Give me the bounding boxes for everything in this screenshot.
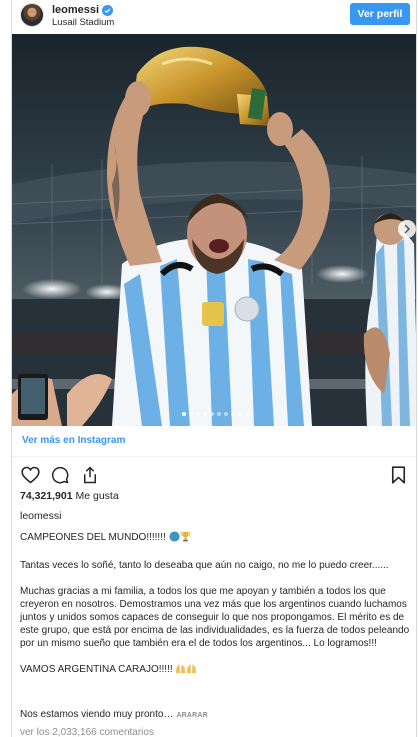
caption-paragraph-2: Tantas veces lo soñé, tanto lo deseaba q… [20, 560, 389, 571]
avatar[interactable] [20, 3, 44, 27]
carousel-indicator [12, 412, 416, 416]
instagram-embed-card: leomessi Lusail Stadium Ver perfil Ver m… [11, 0, 417, 737]
heart-icon[interactable] [20, 465, 40, 485]
trophy-emoji [180, 531, 191, 546]
username[interactable]: leomessi [52, 4, 99, 16]
carousel-dot [230, 412, 235, 416]
likes-label: Me gusta [75, 490, 119, 502]
caption: CAMPEONES DEL MUNDO!!!!!!! Tantas veces … [20, 531, 412, 678]
carousel-dot [202, 412, 207, 416]
carousel-dot [244, 412, 249, 416]
caption-text-4: VAMOS ARGENTINA CARAJO!!!!! [20, 664, 173, 675]
carousel-dot [216, 412, 221, 416]
caption-text-1: CAMPEONES DEL MUNDO!!!!!!! [20, 532, 166, 543]
caption-paragraph-1: CAMPEONES DEL MUNDO!!!!!!! [20, 531, 412, 546]
caption-owner[interactable]: leomessi [20, 510, 61, 522]
see-more-on-instagram-link[interactable]: Ver más en Instagram [22, 435, 125, 446]
post-image [12, 34, 416, 426]
caption-more-text: Nos estamos viendo muy pronto… [20, 709, 174, 720]
view-profile-button[interactable]: Ver perfil [350, 3, 410, 25]
username-row: leomessi [52, 4, 114, 16]
carousel-dot [237, 412, 242, 416]
share-icon[interactable] [80, 465, 100, 485]
globe-emoji [169, 531, 180, 546]
carousel-next-icon[interactable] [398, 220, 416, 238]
caption-paragraph-4: VAMOS ARGENTINA CARAJO!!!!! [20, 663, 412, 678]
carousel-dot [223, 412, 228, 416]
carousel-dot [181, 412, 186, 416]
post-header: leomessi Lusail Stadium Ver perfil [12, 0, 416, 34]
action-bar [20, 465, 100, 485]
raised-hands-emoji [175, 663, 186, 678]
verified-badge-icon [102, 4, 114, 16]
caption-more-row: Nos estamos viendo muy pronto… ARARAR [20, 709, 208, 720]
divider [12, 456, 416, 457]
view-comments-link[interactable]: ver los 2,033,166 comentarios [20, 727, 154, 737]
bookmark-icon[interactable] [388, 465, 408, 485]
caption-paragraph-3: Muchas gracias a mi familia, a todos los… [20, 586, 410, 649]
likes-number: 74,321,901 [20, 490, 73, 502]
likes-count: 74,321,901 Me gusta [20, 490, 119, 502]
carousel-dot [188, 412, 193, 416]
raised-hands-emoji [186, 663, 197, 678]
location[interactable]: Lusail Stadium [52, 17, 114, 28]
caption-more-link[interactable]: ARARAR [176, 712, 208, 719]
post-photo[interactable] [12, 34, 416, 426]
carousel-dot [195, 412, 200, 416]
carousel-dot [209, 412, 214, 416]
comment-icon[interactable] [50, 465, 70, 485]
